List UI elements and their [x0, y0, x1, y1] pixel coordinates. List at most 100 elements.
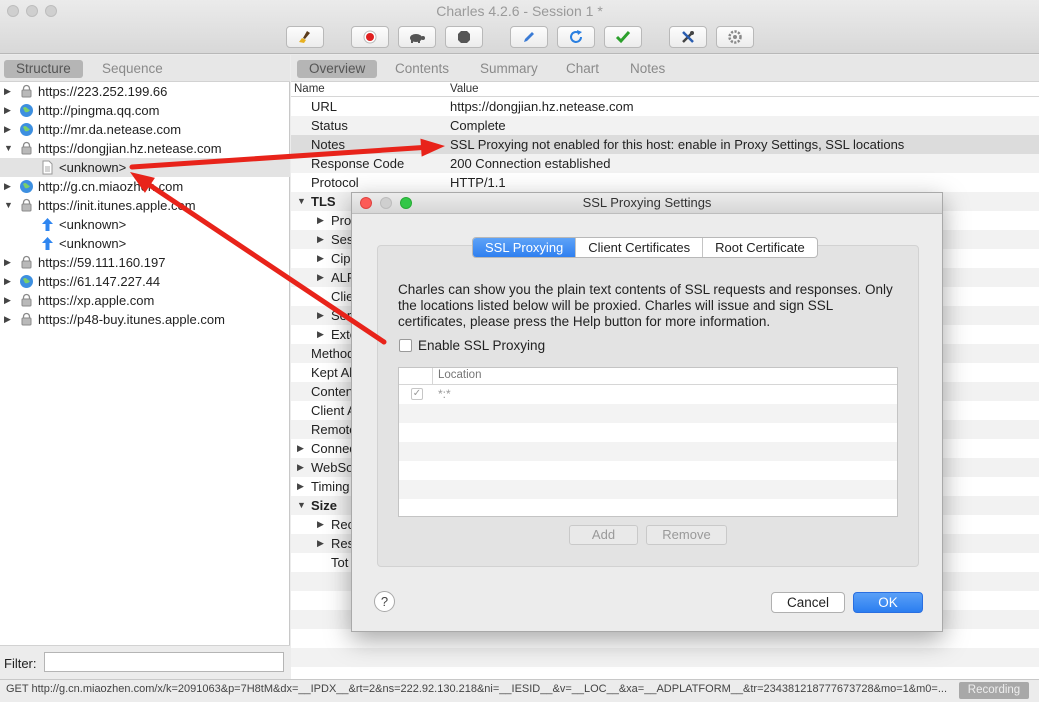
tree-row[interactable]: ▶ https://223.252.199.66: [0, 82, 290, 101]
tree-row[interactable]: ▶ https://p48-buy.itunes.apple.com: [0, 310, 290, 329]
disclosure-closed-icon[interactable]: ▶: [317, 230, 324, 249]
disclosure-closed-icon[interactable]: ▶: [317, 249, 324, 268]
disclosure-closed-icon[interactable]: ▶: [4, 120, 14, 139]
ok-button[interactable]: OK: [853, 592, 923, 613]
tree-row[interactable]: ▼ https://init.itunes.apple.com: [0, 196, 290, 215]
disclosure-closed-icon[interactable]: ▶: [4, 272, 14, 291]
value-column-header[interactable]: Value: [450, 82, 479, 97]
tab-overview[interactable]: Overview: [297, 60, 378, 78]
tree-row[interactable]: ▶ https://61.147.227.44: [0, 272, 290, 291]
overview-key: WebSo: [311, 460, 354, 475]
tab-summary[interactable]: Summary: [468, 60, 550, 78]
tree-row[interactable]: ▶ https://xp.apple.com: [0, 291, 290, 310]
tools-button[interactable]: [669, 26, 707, 48]
lock-icon: [19, 141, 34, 156]
cancel-button[interactable]: Cancel: [771, 592, 845, 613]
overview-row[interactable]: Response Code 200 Connection established: [291, 154, 1039, 173]
tab-ssl-proxying[interactable]: SSL Proxying: [473, 238, 576, 257]
tab-root-certificate[interactable]: Root Certificate: [702, 238, 817, 257]
location-row[interactable]: ✓ *:*: [399, 385, 897, 404]
throttle-button[interactable]: [398, 26, 436, 48]
tree-row-label: https://59.111.160.197: [38, 255, 166, 270]
disclosure-open-icon[interactable]: ▼: [297, 496, 306, 515]
lock-icon: [19, 312, 34, 327]
disclosure-closed-icon[interactable]: ▶: [4, 82, 14, 101]
overview-row[interactable]: Notes SSL Proxying not enabled for this h…: [291, 135, 1039, 154]
disclosure-closed-icon[interactable]: ▶: [297, 458, 304, 477]
overview-key: Connec: [311, 441, 356, 456]
tab-notes[interactable]: Notes: [618, 60, 677, 78]
location-column-header[interactable]: Location: [438, 369, 481, 381]
overview-key: Tot: [331, 555, 349, 570]
record-button[interactable]: [351, 26, 389, 48]
overview-value: https://dongjian.hz.netease.com: [450, 99, 634, 114]
record-icon: [363, 30, 377, 44]
disclosure-open-icon[interactable]: ▼: [4, 196, 14, 215]
help-button[interactable]: ?: [374, 591, 395, 612]
disclosure-closed-icon[interactable]: ▶: [317, 211, 324, 230]
clear-session-button[interactable]: [286, 26, 324, 48]
ssl-proxying-settings-dialog: SSL Proxying Settings SSL Proxying Clien…: [351, 192, 943, 632]
disclosure-closed-icon[interactable]: ▶: [4, 101, 14, 120]
tree-row[interactable]: <unknown>: [0, 158, 290, 177]
tree-row[interactable]: <unknown>: [0, 215, 290, 234]
breakpoints-button[interactable]: [445, 26, 483, 48]
disclosure-closed-icon[interactable]: ▶: [4, 253, 14, 272]
disclosure-closed-icon[interactable]: ▶: [4, 177, 14, 196]
tree-row[interactable]: <unknown>: [0, 234, 290, 253]
tree-row-label: https://223.252.199.66: [38, 84, 168, 99]
tree-row[interactable]: ▶ https://59.111.160.197: [0, 253, 290, 272]
validate-button[interactable]: [604, 26, 642, 48]
disclosure-open-icon[interactable]: ▼: [4, 139, 14, 158]
overview-row[interactable]: URL https://dongjian.hz.netease.com: [291, 97, 1039, 116]
enable-ssl-proxying-checkbox[interactable]: [399, 339, 412, 352]
settings-button[interactable]: [716, 26, 754, 48]
tab-contents[interactable]: Contents: [383, 60, 461, 78]
disclosure-closed-icon[interactable]: ▶: [297, 439, 304, 458]
enable-ssl-proxying-label[interactable]: Enable SSL Proxying: [418, 338, 545, 353]
grid-header: Name Value: [291, 82, 1039, 97]
disclosure-closed-icon[interactable]: ▶: [4, 310, 14, 329]
overview-value: 200 Connection established: [450, 156, 611, 171]
document-icon: [40, 160, 55, 175]
tree-row[interactable]: ▶ http://g.cn.miaozhen.com: [0, 177, 290, 196]
empty-location-row: [399, 480, 897, 499]
location-rows: ✓ *:*: [399, 385, 897, 518]
overview-row[interactable]: Protocol HTTP/1.1: [291, 173, 1039, 192]
disclosure-open-icon[interactable]: ▼: [297, 192, 306, 211]
lock-icon: [19, 198, 34, 213]
disclosure-closed-icon[interactable]: ▶: [297, 477, 304, 496]
tab-client-certificates[interactable]: Client Certificates: [575, 238, 702, 257]
repeat-button[interactable]: [557, 26, 595, 48]
disclosure-closed-icon[interactable]: ▶: [317, 534, 324, 553]
tree-row-label: https://61.147.227.44: [38, 274, 161, 289]
disclosure-closed-icon[interactable]: ▶: [317, 325, 324, 344]
tree-row[interactable]: ▼ https://dongjian.hz.netease.com: [0, 139, 290, 158]
view-mode-tabs: Structure Sequence: [0, 55, 290, 82]
compose-button[interactable]: [510, 26, 548, 48]
disclosure-closed-icon[interactable]: ▶: [4, 291, 14, 310]
empty-row: [291, 648, 1039, 667]
tree-row[interactable]: ▶ http://pingma.qq.com: [0, 101, 290, 120]
remove-location-button[interactable]: Remove: [646, 525, 727, 545]
recording-button[interactable]: Recording: [959, 682, 1029, 699]
tab-structure[interactable]: Structure: [4, 60, 83, 78]
disclosure-closed-icon[interactable]: ▶: [317, 306, 324, 325]
window-title: Charles 4.2.6 - Session 1 *: [436, 3, 603, 19]
name-column-header[interactable]: Name: [294, 82, 325, 97]
add-location-button[interactable]: Add: [569, 525, 638, 545]
enabled-column-header[interactable]: [399, 368, 433, 384]
overview-row[interactable]: Status Complete: [291, 116, 1039, 135]
overview-value: SSL Proxying not enabled for this host: …: [450, 137, 905, 152]
location-enabled-checkbox[interactable]: ✓: [411, 388, 423, 400]
upload-arrow-icon: [40, 217, 55, 232]
filter-input[interactable]: [44, 652, 284, 672]
disclosure-closed-icon[interactable]: ▶: [317, 515, 324, 534]
disclosure-closed-icon[interactable]: ▶: [317, 268, 324, 287]
lock-icon: [19, 255, 34, 270]
tab-chart[interactable]: Chart: [554, 60, 611, 78]
overview-key: Client A: [311, 403, 356, 418]
tree-row[interactable]: ▶ http://mr.da.netease.com: [0, 120, 290, 139]
tab-sequence[interactable]: Sequence: [90, 60, 175, 78]
tree-row-label: <unknown>: [59, 217, 127, 232]
